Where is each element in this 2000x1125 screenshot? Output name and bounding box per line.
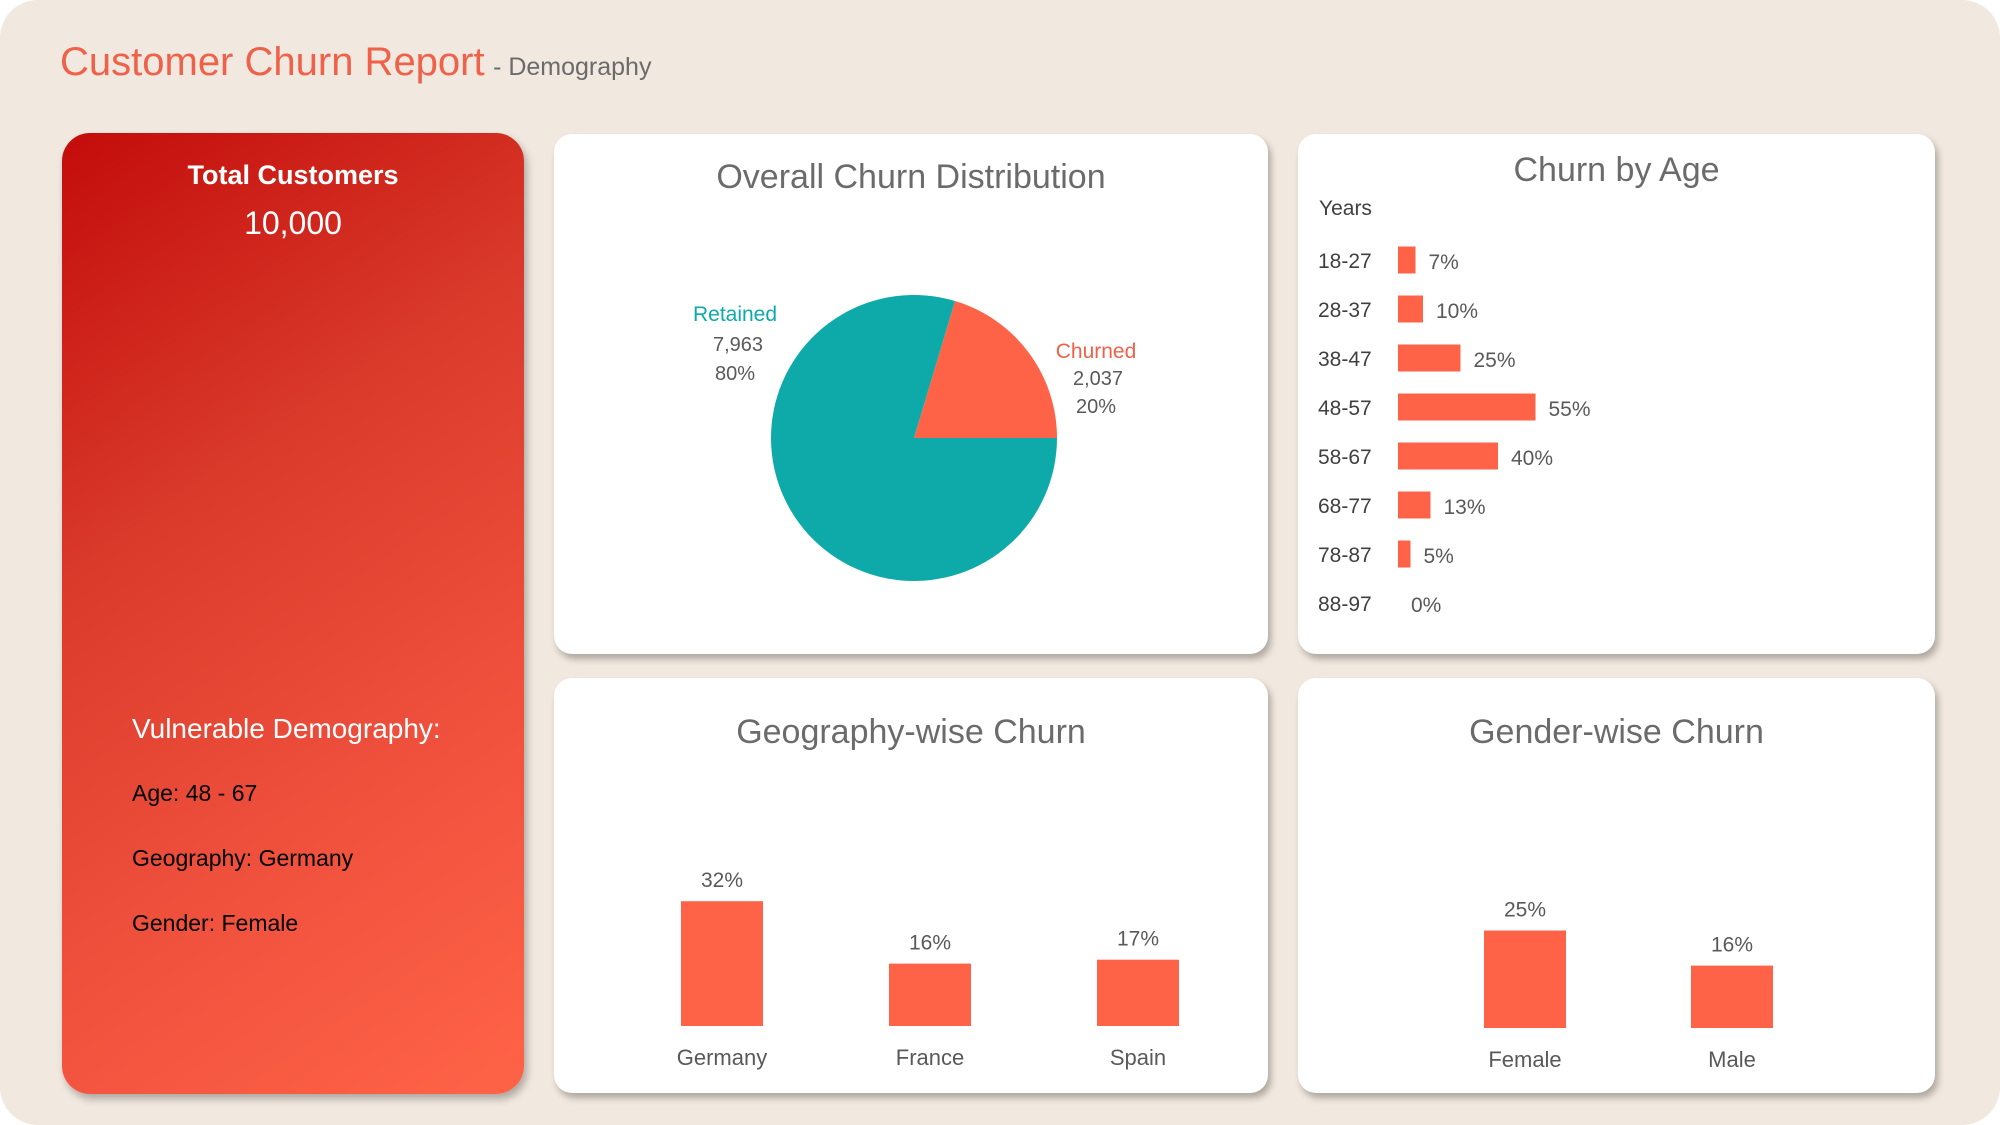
geography-bar-spain <box>1097 959 1179 1026</box>
age-bar-48-57 <box>1398 393 1536 421</box>
kpi-panel: Total Customers 10,000 Vulnerable Demogr… <box>62 133 524 1094</box>
age-bar-18-27 <box>1398 246 1416 274</box>
pie-label-churned-name: Churned <box>1056 340 1137 363</box>
report-title-subtitle: - Demography <box>493 53 652 81</box>
age-bar-38-47 <box>1398 344 1461 372</box>
geography-value-label-france: 16% <box>909 932 951 955</box>
report-title: Customer Churn Report - Demography <box>60 40 651 85</box>
geography-bar-chart: 32% Germany 16% France 17% Spain <box>677 869 1179 1070</box>
age-tick-68-77: 68-77 <box>1318 495 1372 518</box>
geography-category-label-germany: Germany <box>677 1045 767 1070</box>
age-bar-68-77 <box>1398 491 1431 519</box>
geography-bar-france <box>889 963 971 1026</box>
gender-value-label-female: 25% <box>1504 899 1546 922</box>
age-tick-58-67: 58-67 <box>1318 446 1372 469</box>
age-tick-78-87: 78-87 <box>1318 544 1372 567</box>
gender-value-label-male: 16% <box>1711 934 1753 957</box>
age-axis-label: Years <box>1319 197 1372 220</box>
age-tick-18-27: 18-27 <box>1318 250 1372 273</box>
geography-category-label-france: France <box>896 1045 964 1070</box>
age-value-label-48-57: 55% <box>1549 398 1591 421</box>
age-bar-78-87 <box>1398 540 1411 568</box>
gender-bar-chart: 25% Female 16% Male <box>1484 899 1773 1072</box>
age-bar-28-37 <box>1398 295 1423 323</box>
gender-churn-card: Gender-wise Churn 25% Female 16% Male <box>1298 678 1935 1093</box>
total-customers-label: Total Customers <box>187 160 399 190</box>
geography-bar-germany <box>681 901 763 1026</box>
gender-bar-male <box>1691 965 1773 1028</box>
total-customers-value: 10,000 <box>244 205 342 241</box>
geography-value-label-germany: 32% <box>701 869 743 892</box>
age-value-label-78-87: 5% <box>1424 545 1454 568</box>
overall-churn-card: Overall Churn Distribution Churned 2,037… <box>554 134 1268 654</box>
pie-label-retained-percent: 80% <box>715 363 755 385</box>
report-title-main: Customer Churn Report <box>60 40 485 84</box>
age-value-label-38-47: 25% <box>1474 349 1516 372</box>
pie-label-churned-percent: 20% <box>1076 396 1116 418</box>
age-bar-58-67 <box>1398 442 1498 470</box>
age-tick-28-37: 28-37 <box>1318 299 1372 322</box>
age-value-label-58-67: 40% <box>1511 447 1553 470</box>
gender-bar-female <box>1484 930 1566 1028</box>
pie-label-churned-count: 2,037 <box>1073 368 1123 390</box>
geography-churn-card: Geography-wise Churn 32% Germany 16% France… <box>554 678 1268 1093</box>
age-value-label-68-77: 13% <box>1444 496 1486 519</box>
age-value-label-18-27: 7% <box>1429 251 1459 274</box>
dashboard-canvas: Customer Churn Report - Demography Total… <box>0 0 2000 1125</box>
vulnerable-age: Age: 48 - 67 <box>132 780 258 806</box>
vulnerable-geography: Geography: Germany <box>132 845 354 871</box>
pie-label-retained-name: Retained <box>693 303 777 326</box>
age-tick-38-47: 38-47 <box>1318 348 1372 371</box>
age-value-label-88-97: 0% <box>1411 594 1441 617</box>
geography-value-label-spain: 17% <box>1117 928 1159 951</box>
geography-category-label-spain: Spain <box>1110 1045 1166 1070</box>
gender-category-label-female: Female <box>1488 1047 1561 1072</box>
vulnerable-demography-title: Vulnerable Demography: <box>132 713 441 744</box>
age-tick-48-57: 48-57 <box>1318 397 1372 420</box>
pie-chart: Churned 2,037 20% Retained 7,963 80% <box>693 295 1137 582</box>
vulnerable-gender: Gender: Female <box>132 910 299 936</box>
age-value-label-28-37: 10% <box>1436 300 1478 323</box>
churn-by-age-card: Churn by Age Years 18-27 7% 28-37 10% 38-47 2… <box>1298 134 1935 654</box>
age-bar-chart: Years 18-27 7% 28-37 10% 38-47 25% 48-57 55% 58-… <box>1318 197 1591 617</box>
gender-category-label-male: Male <box>1708 1047 1756 1072</box>
pie-label-retained-count: 7,963 <box>713 334 763 356</box>
age-tick-88-97: 88-97 <box>1318 593 1372 616</box>
